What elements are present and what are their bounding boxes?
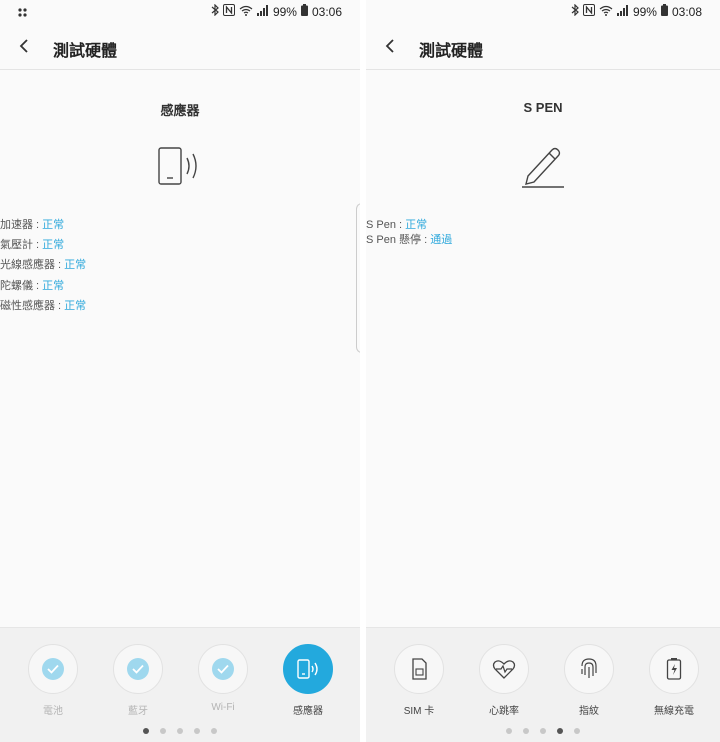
section-title: 感應器	[160, 103, 200, 118]
app-header: 測試硬體	[366, 24, 720, 70]
battery-percent: 99%	[272, 4, 297, 19]
tool-heart-rate[interactable]: 心跳率	[469, 644, 539, 717]
result-value: 正常	[42, 239, 65, 251]
page-dot	[574, 728, 580, 734]
page-title: 測試硬體	[53, 43, 118, 60]
bluetooth-icon	[571, 3, 579, 19]
notification-icon	[18, 6, 27, 20]
battery-icon	[660, 4, 668, 19]
result-label: 光線感應器 :	[0, 259, 65, 271]
test-item-bar: SIM 卡 心跳率 指紋 無線充電	[366, 627, 720, 742]
result-value: 通過	[430, 234, 453, 246]
result-row: 磁性感應器 : 正常	[0, 297, 205, 313]
tool-battery[interactable]: 電池	[18, 644, 88, 717]
result-value: 正常	[42, 280, 65, 292]
tool-label: 感應器	[293, 706, 323, 717]
clock: 03:06	[311, 4, 342, 19]
heart-rate-icon	[492, 660, 516, 679]
page-indicator	[0, 728, 360, 734]
tool-wifi[interactable]: Wi-Fi	[188, 644, 258, 713]
page-dot	[540, 728, 546, 734]
result-row: 陀螺儀 : 正常	[0, 277, 205, 293]
wireless-charging-icon	[666, 658, 682, 680]
result-label: 氣壓計 :	[0, 239, 43, 251]
result-row: 加速器 : 正常	[0, 216, 205, 232]
result-row: 光線感應器 : 正常	[0, 256, 205, 272]
result-value: 正常	[405, 219, 428, 231]
tool-label: 無線充電	[654, 706, 694, 717]
page-title: 測試硬體	[419, 43, 484, 60]
page-dot	[523, 728, 529, 734]
back-button[interactable]	[380, 34, 402, 58]
battery-percent: 99%	[632, 4, 657, 19]
back-button[interactable]	[14, 34, 36, 58]
page-dot	[143, 728, 149, 734]
tool-label: 心跳率	[489, 706, 519, 717]
sim-card-icon	[412, 658, 427, 680]
section-title: S PEN	[523, 100, 563, 115]
result-row: S Pen 懸停 : 通過	[366, 231, 571, 247]
bluetooth-icon	[211, 3, 219, 19]
check-icon	[212, 658, 234, 680]
result-label: 磁性感應器 :	[0, 300, 65, 312]
left-screen: 99% 03:06 測試硬體 感應器 加速器 : 正常 氣壓計 : 正常 光線感…	[0, 0, 360, 742]
signal-icon	[616, 4, 629, 19]
battery-icon	[300, 4, 308, 19]
tool-wireless-charging[interactable]: 無線充電	[639, 644, 709, 717]
result-row: S Pen : 正常	[366, 216, 571, 232]
page-dot	[177, 728, 183, 734]
result-label: S Pen :	[366, 219, 406, 231]
page-dot	[160, 728, 166, 734]
result-row: 氣壓計 : 正常	[0, 236, 205, 252]
nfc-icon	[582, 4, 595, 19]
sensor-icon	[297, 659, 318, 679]
status-bar: 99% 03:08	[366, 0, 720, 24]
test-item-bar: 電池 藍牙 Wi-Fi 感應器	[0, 627, 360, 742]
signal-icon	[256, 4, 269, 19]
check-icon	[127, 658, 149, 680]
nfc-icon	[222, 4, 235, 19]
tool-label: 指紋	[579, 706, 599, 717]
result-value: 正常	[42, 219, 65, 231]
result-label: 加速器 :	[0, 219, 43, 231]
app-header: 測試硬體	[0, 24, 360, 70]
result-value: 正常	[64, 300, 87, 312]
tool-sim-card[interactable]: SIM 卡	[384, 644, 454, 717]
sensor-icon	[157, 142, 203, 191]
page-dot	[194, 728, 200, 734]
fingerprint-icon	[581, 658, 597, 678]
page-dot	[506, 728, 512, 734]
check-icon	[42, 658, 64, 680]
tool-sensor[interactable]: 感應器	[273, 644, 343, 717]
tool-bluetooth[interactable]: 藍牙	[103, 644, 173, 717]
clock: 03:08	[671, 4, 702, 19]
chevron-left-icon	[385, 39, 394, 53]
wifi-icon	[239, 5, 253, 19]
tool-label: 電池	[43, 706, 63, 717]
page-dot	[557, 728, 563, 734]
page-indicator	[366, 728, 720, 734]
status-bar: 99% 03:06	[0, 0, 360, 24]
s-pen-icon	[520, 142, 566, 193]
result-label: 陀螺儀 :	[0, 280, 43, 292]
tool-label: 藍牙	[128, 706, 148, 717]
result-value: 正常	[64, 259, 87, 271]
result-label: S Pen 懸停 :	[366, 234, 431, 246]
tool-label: SIM 卡	[403, 706, 435, 717]
right-screen: 99% 03:08 測試硬體 S PEN S Pen : 正常 S Pen 懸停…	[366, 0, 720, 742]
wifi-icon	[599, 5, 613, 19]
page-dot	[211, 728, 217, 734]
chevron-left-icon	[19, 39, 28, 53]
tool-fingerprint[interactable]: 指紋	[554, 644, 624, 717]
tool-label: Wi-Fi	[211, 702, 235, 713]
